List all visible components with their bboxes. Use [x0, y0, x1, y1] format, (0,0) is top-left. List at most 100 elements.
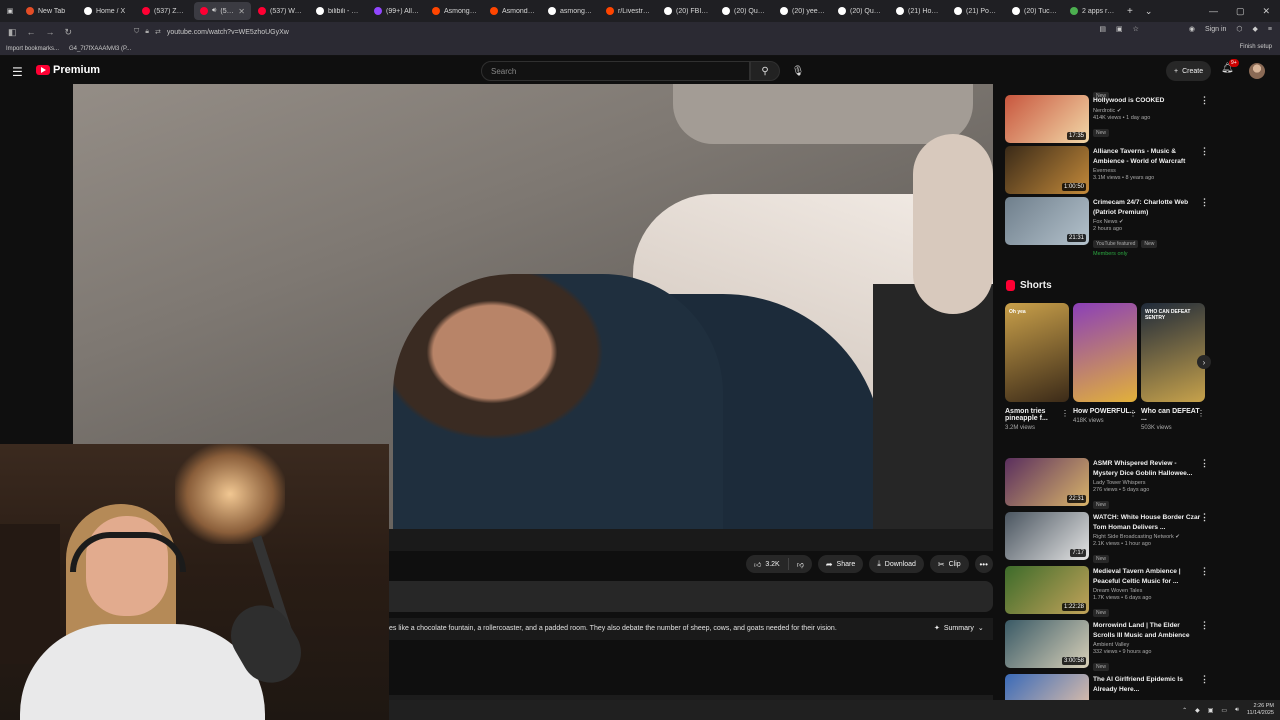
url-field[interactable]: ⛉ 🔒︎ ⇄ youtube.com/watch?v=WE5zhoUGyXw: [134, 25, 1124, 39]
browser-tab[interactable]: bilibili - Goo: [310, 2, 367, 20]
tab-overview-icon[interactable]: ▣: [0, 0, 20, 22]
video-description[interactable]: es like a chocolate fountain, a rollerco…: [389, 618, 993, 640]
more-vert-icon[interactable]: ⋮: [1061, 409, 1069, 418]
video-thumbnail[interactable]: 7:17: [1005, 512, 1089, 560]
reload-icon[interactable]: ↻: [65, 27, 73, 38]
video-thumbnail[interactable]: 1:00:50: [1005, 146, 1089, 194]
more-vert-icon[interactable]: ⋮: [1200, 566, 1209, 577]
browser-tab[interactable]: (537) Watch le: [252, 2, 309, 20]
more-vert-icon[interactable]: ⋮: [1200, 674, 1209, 685]
browser-tab[interactable]: (20) Tucker Ca: [1006, 2, 1063, 20]
video-title[interactable]: Hollywood is COOKED: [1093, 96, 1203, 106]
short-title[interactable]: Who can DEFEAT ...: [1141, 408, 1205, 422]
system-clock[interactable]: 2:26 PM 11/14/2025: [1247, 703, 1274, 717]
browser-tab[interactable]: (20) FBI Direct: [658, 2, 715, 20]
video-thumbnail[interactable]: 21:31: [1005, 197, 1089, 245]
speaker-icon[interactable]: 🔊︎: [212, 7, 216, 15]
download-button[interactable]: ⤓ Download: [869, 555, 924, 573]
channel-name[interactable]: Nerdrotic ✔: [1093, 108, 1203, 114]
browser-tab[interactable]: (21) Home / X: [890, 2, 947, 20]
video-thumbnail[interactable]: 3:00:58: [1005, 620, 1089, 668]
finish-setup-link[interactable]: Finish setup: [1240, 44, 1272, 50]
more-actions-button[interactable]: •••: [974, 555, 993, 573]
browser-tab[interactable]: (20) Quotes o: [832, 2, 889, 20]
recommended-video[interactable]: 3:00:58 Morrowind Land | The Elder Scroll…: [1005, 620, 1215, 671]
more-vert-icon[interactable]: ⋮: [1197, 409, 1205, 418]
channel-name[interactable]: Everness: [1093, 168, 1203, 174]
maximize-icon[interactable]: ▢: [1236, 6, 1245, 17]
tray-app-icon[interactable]: ▣: [1208, 707, 1214, 714]
shorts-next-button[interactable]: ›: [1197, 355, 1211, 369]
permissions-icon[interactable]: ⇄: [155, 28, 161, 36]
browser-tab[interactable]: New Tab: [20, 2, 77, 20]
sign-in-link[interactable]: Sign in: [1205, 26, 1226, 33]
video-title[interactable]: Crimecam 24/7: Charlotte Web (Patriot Pr…: [1093, 198, 1203, 217]
channel-name[interactable]: Ambient Valley: [1093, 642, 1203, 648]
channel-name[interactable]: Right Side Broadcasting Network ✔: [1093, 534, 1203, 540]
video-title[interactable]: ASMR Whispered Review - Mystery Dice Gob…: [1093, 459, 1203, 478]
more-vert-icon[interactable]: ⋮: [1200, 458, 1209, 469]
pip-icon[interactable]: ▣: [1116, 25, 1123, 33]
browser-tab[interactable]: (20) Quotes o: [716, 2, 773, 20]
volume-icon[interactable]: 🔊︎: [1235, 707, 1239, 714]
short-title[interactable]: Asmon tries pineapple f...: [1005, 408, 1069, 422]
browser-tab[interactable]: r/Livestreamfa: [600, 2, 657, 20]
video-title[interactable]: The AI Girlfriend Epidemic Is Already He…: [1093, 675, 1203, 694]
recommended-video[interactable]: 22:31 ASMR Whispered Review - Mystery Dic…: [1005, 458, 1215, 509]
more-vert-icon[interactable]: ⋮: [1200, 512, 1209, 523]
extensions-icon[interactable]: ⬡: [1236, 25, 1242, 33]
like-button[interactable]: 👍︎ 3.2K: [746, 555, 788, 573]
avatar[interactable]: [1249, 63, 1265, 79]
create-button[interactable]: + Create: [1166, 61, 1212, 81]
recommended-video[interactable]: 7:17 WATCH: White House Border Czar Tom H…: [1005, 512, 1215, 563]
menu-icon[interactable]: ≡: [1268, 26, 1272, 33]
browser-tab[interactable]: (537) ZackRa: [136, 2, 193, 20]
bookmark-import[interactable]: Import bookmarks...: [6, 46, 59, 52]
channel-name[interactable]: Lady Tower Whispers: [1093, 480, 1203, 486]
short-card[interactable]: Oh yea Asmon tries pineapple f... 3.2M vie…: [1005, 303, 1069, 431]
more-vert-icon[interactable]: ⋮: [1200, 197, 1209, 208]
video-title[interactable]: Morrowind Land | The Elder Scrolls III M…: [1093, 621, 1203, 640]
browser-tab[interactable]: Home / X: [78, 2, 135, 20]
close-tab-icon[interactable]: ✕: [238, 7, 245, 16]
back-icon[interactable]: ←: [27, 27, 36, 38]
recommended-video[interactable]: 17:35 Hollywood is COOKED Nerdrotic ✔ 414K …: [1005, 95, 1215, 145]
recommended-video[interactable]: 1:22:28 Medieval Tavern Ambience | Peacef…: [1005, 566, 1215, 617]
video-title[interactable]: Medieval Tavern Ambience | Peaceful Celt…: [1093, 567, 1203, 586]
bookmark-x-post[interactable]: G4_7t7fXAAAfvM3 (P...: [69, 46, 131, 52]
video-title[interactable]: WATCH: White House Border Czar Tom Homan…: [1093, 513, 1203, 532]
voice-search-button[interactable]: 🎙︎: [787, 61, 809, 81]
browser-tab[interactable]: (99+) All Cate: [368, 2, 425, 20]
browser-tab[interactable]: (21) Posts like: [948, 2, 1005, 20]
new-tab-button[interactable]: +: [1121, 2, 1139, 20]
tray-app-icon[interactable]: ◆: [1195, 707, 1200, 714]
hamburger-menu-icon[interactable]: ☰: [12, 65, 23, 79]
more-vert-icon[interactable]: ⋮: [1200, 620, 1209, 631]
more-vert-icon[interactable]: ⋮: [1200, 95, 1209, 106]
recommended-video[interactable]: 21:31 Crimecam 24/7: Charlotte Web (Patri…: [1005, 197, 1215, 257]
clip-button[interactable]: ✂ Clip: [929, 555, 969, 573]
browser-tab[interactable]: 2 apps remov: [1064, 2, 1121, 20]
browser-tab[interactable]: 🔊︎ (537) A✕: [194, 2, 251, 20]
shield-icon[interactable]: ⛉: [134, 28, 139, 36]
short-thumbnail[interactable]: [1073, 303, 1137, 402]
lock-icon[interactable]: 🔒︎: [145, 28, 149, 36]
browser-tab[interactable]: (20) yeet on X: [774, 2, 831, 20]
short-title[interactable]: How POWERFUL...: [1073, 408, 1137, 415]
browser-tab[interactable]: Asmond's hou: [484, 2, 541, 20]
browser-tab[interactable]: asmongold re: [542, 2, 599, 20]
share-button[interactable]: ➦ Share: [817, 555, 864, 573]
recommended-video[interactable]: 1:00:50 Alliance Taverns - Music & Ambien…: [1005, 146, 1215, 196]
short-thumbnail[interactable]: WHO CAN DEFEAT SENTRY: [1141, 303, 1205, 402]
tray-chevron-icon[interactable]: ⌃: [1182, 707, 1187, 714]
video-thumbnail[interactable]: 17:35: [1005, 95, 1089, 143]
network-icon[interactable]: ▭: [1221, 707, 1227, 714]
channel-name[interactable]: Dream Woven Tales: [1093, 588, 1203, 594]
bookmark-star-icon[interactable]: ☆: [1133, 25, 1139, 33]
close-icon[interactable]: ✕: [1262, 6, 1270, 17]
video-thumbnail[interactable]: 1:22:28: [1005, 566, 1089, 614]
search-input[interactable]: Search: [481, 61, 750, 81]
video-title[interactable]: Alliance Taverns - Music & Ambience - Wo…: [1093, 147, 1203, 166]
short-thumbnail[interactable]: Oh yea: [1005, 303, 1069, 402]
search-button[interactable]: ⚲: [750, 61, 780, 81]
